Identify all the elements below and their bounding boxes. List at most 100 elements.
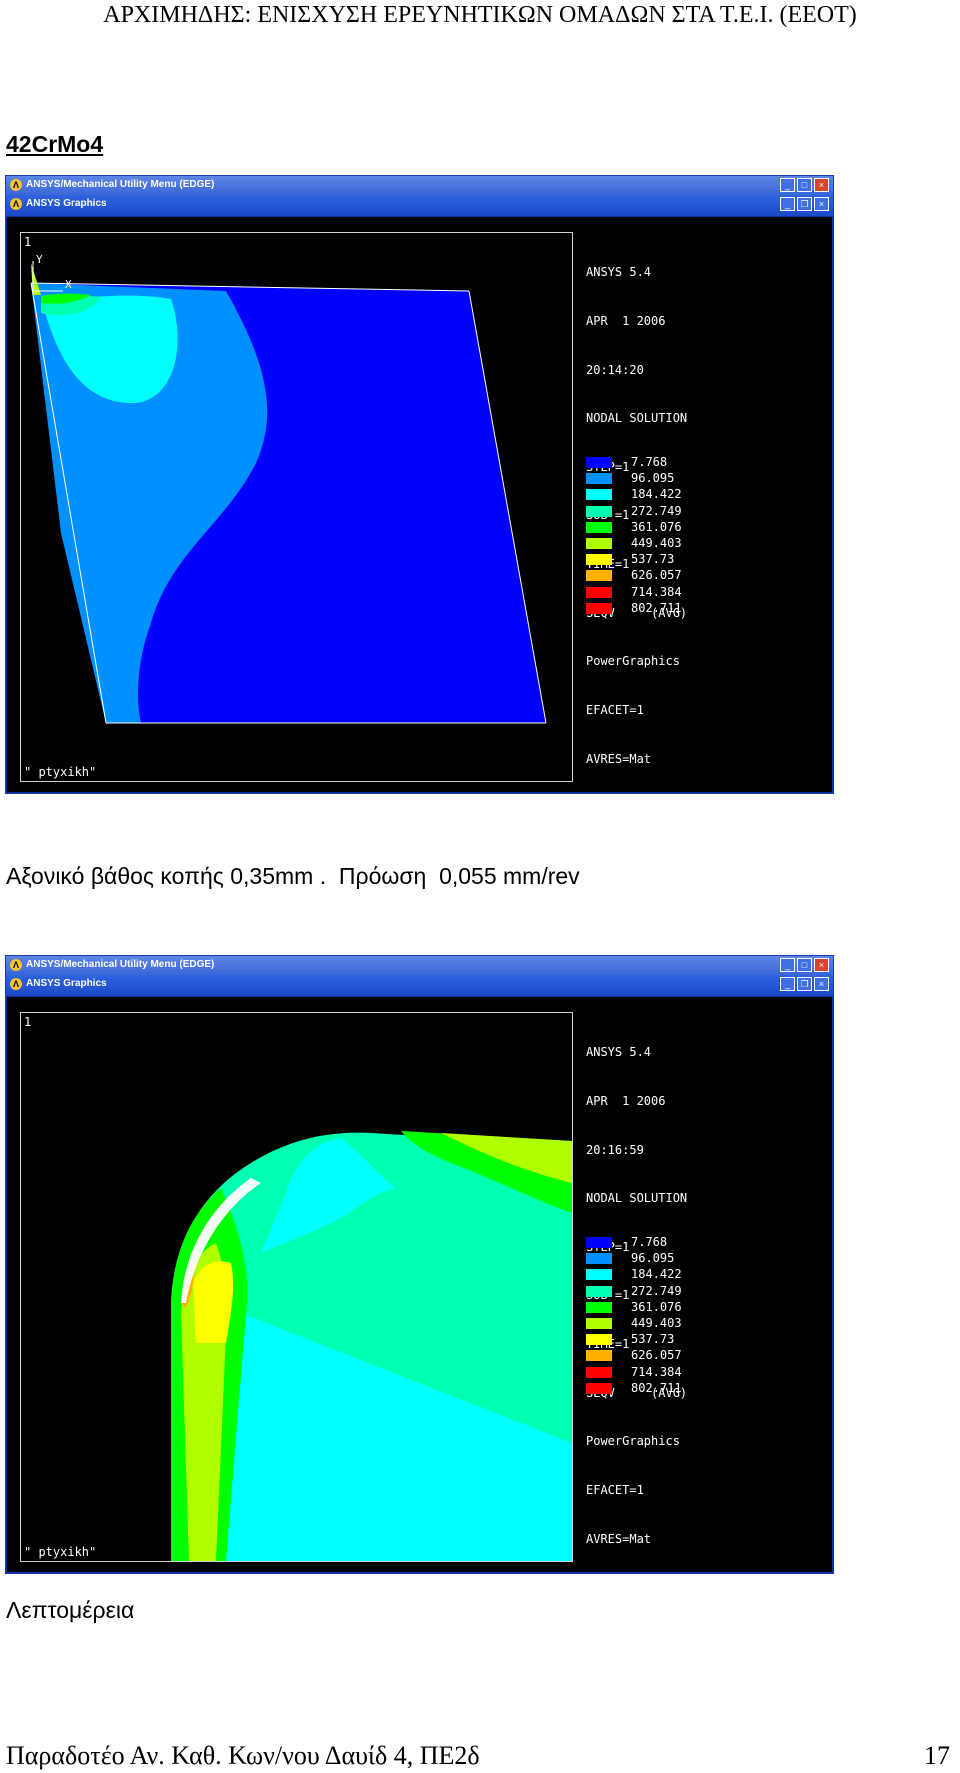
viewport[interactable]: 1 " ptyxikh" bbox=[20, 1012, 573, 1562]
graphics-area: 1 " ptyxikh" ANSYS 5.4 APR 1 2006 20:16:… bbox=[7, 997, 832, 1691]
info-line: SMN =7.768 bbox=[586, 1628, 659, 1643]
legend-value: 537.73 bbox=[631, 552, 675, 567]
info-line: EFACET=1 bbox=[586, 1482, 644, 1497]
info-line: EFACET=1 bbox=[586, 702, 644, 717]
axis-x-label: X bbox=[65, 278, 72, 291]
legend-swatch bbox=[586, 1382, 612, 1394]
legend-swatch bbox=[586, 457, 612, 468]
viewport[interactable]: Y X 1 " ptyxikh" bbox=[20, 232, 573, 782]
info-line: DMX =.003122 bbox=[586, 1580, 673, 1595]
graphics-area: Y X 1 " ptyxikh" ANSYS 5.4 APR 1 2006 20… bbox=[7, 217, 832, 911]
info-line: NODAL SOLUTION bbox=[586, 1191, 688, 1206]
inner-titlebar: Λ ANSYS Graphics _ ❐ × bbox=[6, 975, 833, 996]
legend-swatch bbox=[586, 1285, 612, 1297]
legend-value: 361.076 bbox=[631, 1299, 682, 1314]
legend-swatch bbox=[586, 602, 612, 614]
legend-swatch bbox=[586, 570, 612, 582]
legend-value: 7.768 bbox=[631, 455, 668, 469]
close-icon[interactable]: × bbox=[814, 977, 829, 991]
close-icon[interactable]: × bbox=[814, 958, 829, 972]
region-537 bbox=[193, 1261, 234, 1343]
window-number: 1 bbox=[24, 235, 32, 249]
info-line: ANSYS 5.4 bbox=[586, 265, 652, 280]
ansys-logo-icon: Λ bbox=[10, 978, 22, 990]
legend-swatch bbox=[586, 1253, 612, 1265]
restore-icon[interactable]: ❐ bbox=[797, 977, 812, 991]
legend-value: 449.403 bbox=[631, 1315, 682, 1330]
info-line: APR 1 2006 bbox=[586, 1094, 666, 1109]
legend-swatch bbox=[586, 473, 612, 485]
legend-swatch bbox=[586, 1350, 612, 1362]
restore-icon[interactable]: ❐ bbox=[797, 197, 812, 211]
caption-detail: Λεπτομέρεια bbox=[6, 1597, 135, 1623]
page-number: 17 bbox=[924, 1741, 950, 1770]
legend-swatch bbox=[586, 537, 612, 549]
info-line: AVRES=Mat bbox=[586, 751, 652, 766]
outer-title: ANSYS/Mechanical Utility Menu (EDGE) bbox=[26, 959, 215, 970]
info-line: SMN =7.768 bbox=[586, 848, 659, 863]
ansys-window-1: Λ ANSYS/Mechanical Utility Menu (EDGE) _… bbox=[5, 175, 834, 911]
section-title: 42CrMo4 bbox=[6, 131, 104, 157]
legend-swatch bbox=[586, 1269, 612, 1281]
minimize-icon[interactable]: _ bbox=[780, 958, 795, 972]
plot-name: " ptyxikh" bbox=[24, 765, 97, 779]
info-line: ANSYS 5.4 bbox=[586, 1045, 652, 1060]
legend-value: 272.749 bbox=[631, 1283, 682, 1298]
minimize-icon[interactable]: _ bbox=[780, 977, 795, 991]
legend-value: 626.057 bbox=[631, 1348, 682, 1363]
stress-contour-plot: Y X bbox=[30, 253, 547, 724]
legend-value: 714.384 bbox=[631, 584, 682, 599]
close-icon[interactable]: × bbox=[814, 197, 829, 211]
legend-value: 184.422 bbox=[631, 1267, 682, 1282]
info-line: NODAL SOLUTION bbox=[586, 411, 688, 426]
legend-value: 626.057 bbox=[631, 568, 682, 583]
info-line: AVRES=Mat bbox=[586, 1531, 652, 1546]
info-line: APR 1 2006 bbox=[586, 314, 666, 329]
legend-value: 96.095 bbox=[631, 1251, 675, 1266]
ansys-logo-icon: Λ bbox=[10, 198, 22, 210]
legend-value: 714.384 bbox=[631, 1364, 682, 1379]
maximize-icon[interactable]: □ bbox=[797, 178, 812, 192]
minimize-icon[interactable]: _ bbox=[780, 197, 795, 211]
footer-deliverable: Παραδοτέο Αν. Καθ. Κων/νου Δαυίδ 4, ΠΕ2δ bbox=[6, 1741, 480, 1770]
legend-value: 96.095 bbox=[631, 471, 675, 486]
legend-swatch bbox=[586, 1334, 612, 1346]
legend-swatch bbox=[586, 1317, 612, 1329]
legend-swatch bbox=[586, 521, 612, 533]
minimize-icon[interactable]: _ bbox=[780, 178, 795, 192]
info-line: PowerGraphics bbox=[586, 1434, 680, 1449]
legend-swatch bbox=[586, 1366, 612, 1378]
legend-swatch bbox=[586, 586, 612, 598]
legend-value: 802.711 bbox=[631, 600, 682, 615]
maximize-icon[interactable]: □ bbox=[797, 958, 812, 972]
info-line: 20:14:20 bbox=[586, 362, 644, 377]
outer-titlebar: Λ ANSYS/Mechanical Utility Menu (EDGE) _… bbox=[6, 956, 833, 975]
legend-swatch bbox=[586, 554, 612, 566]
info-line: SMX =802.711 bbox=[586, 1677, 673, 1692]
legend-value: 361.076 bbox=[631, 519, 682, 534]
inner-title: ANSYS Graphics bbox=[26, 198, 107, 209]
legend-value: 802.711 bbox=[631, 1380, 682, 1395]
outer-title: ANSYS/Mechanical Utility Menu (EDGE) bbox=[26, 179, 215, 190]
inner-titlebar: Λ ANSYS Graphics _ ❐ × bbox=[6, 195, 833, 216]
ansys-logo-icon: Λ bbox=[10, 179, 22, 191]
close-icon[interactable]: × bbox=[814, 178, 829, 192]
info-line: PowerGraphics bbox=[586, 654, 680, 669]
axis-y-label: Y bbox=[36, 253, 43, 266]
legend-swatch bbox=[586, 1301, 612, 1313]
legend-value: 7.768 bbox=[631, 1235, 668, 1249]
window-number: 1 bbox=[24, 1015, 32, 1029]
legend-value: 537.73 bbox=[631, 1332, 675, 1347]
legend-swatch bbox=[586, 505, 612, 517]
caption-cutting-parameters: Αξονικό βάθος κοπής 0,35mm . Πρόωση 0,05… bbox=[6, 863, 580, 889]
outer-titlebar: Λ ANSYS/Mechanical Utility Menu (EDGE) _… bbox=[6, 176, 833, 195]
page-header: ΑΡΧΙΜΗΔΗΣ: ΕΝΙΣΧΥΣΗ ΕΡΕΥΝΗΤΙΚΩΝ ΟΜΑΔΩΝ Σ… bbox=[103, 2, 857, 28]
legend-value: 449.403 bbox=[631, 535, 682, 550]
legend-value: 272.749 bbox=[631, 503, 682, 518]
legend-swatch bbox=[586, 489, 612, 501]
info-line: 20:16:59 bbox=[586, 1142, 644, 1157]
info-line: DMX =.003122 bbox=[586, 800, 673, 815]
inner-title: ANSYS Graphics bbox=[26, 978, 107, 989]
ansys-window-2: Λ ANSYS/Mechanical Utility Menu (EDGE) _… bbox=[5, 955, 834, 1691]
legend-value: 184.422 bbox=[631, 487, 682, 502]
